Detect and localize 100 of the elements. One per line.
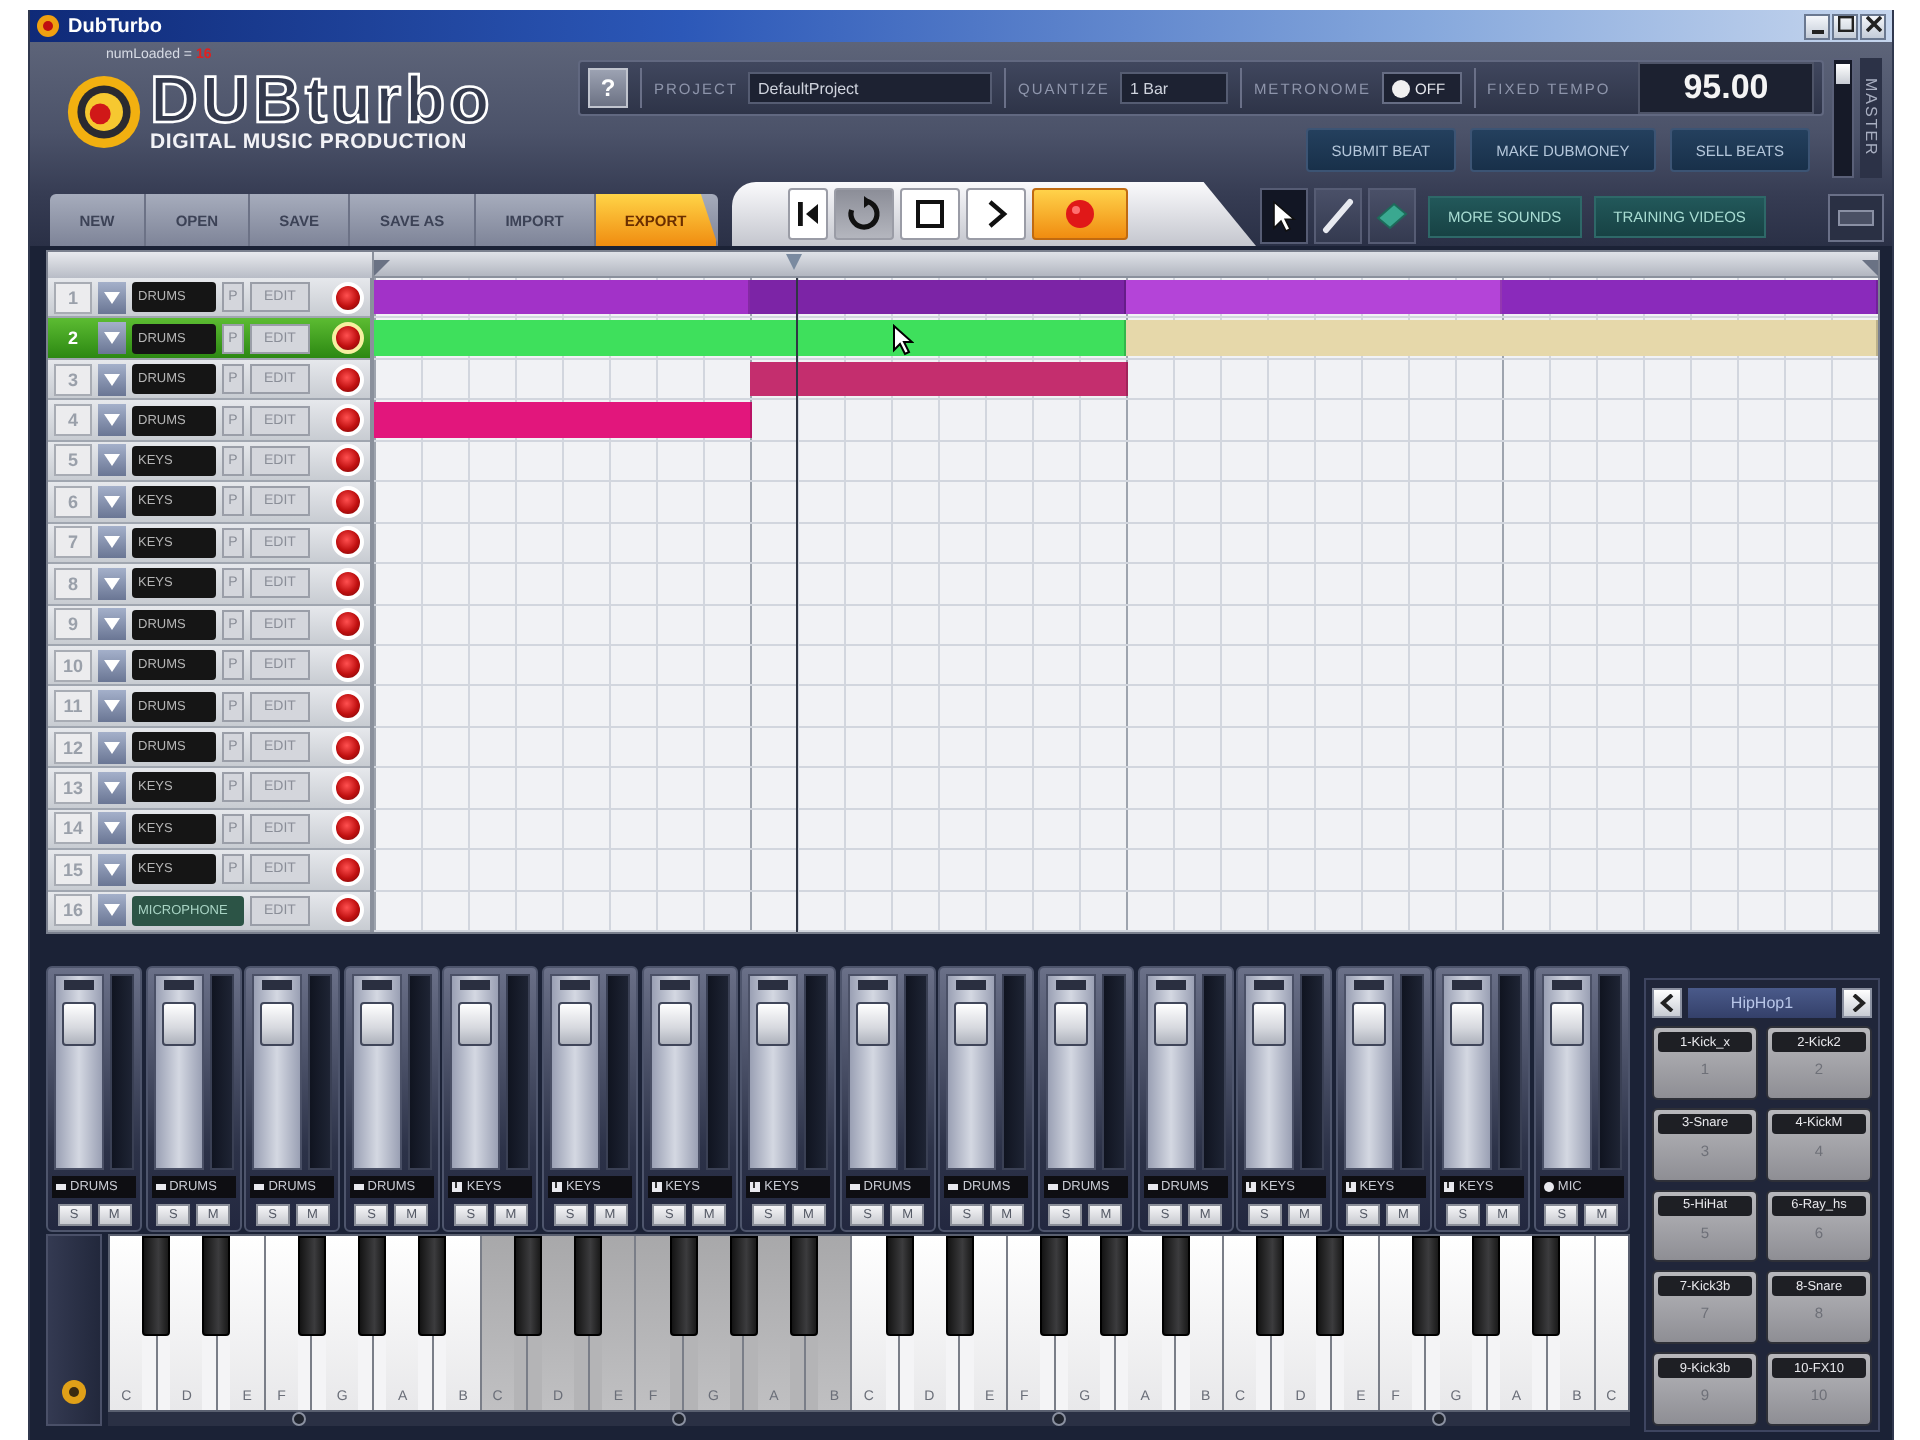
- volume-fader-track[interactable]: [748, 974, 799, 1170]
- volume-fader-track[interactable]: [1343, 974, 1394, 1170]
- play-button[interactable]: [966, 188, 1026, 240]
- track-number: 3: [54, 363, 92, 396]
- zoom-control[interactable]: [1828, 194, 1884, 242]
- volume-fader-track[interactable]: [946, 974, 997, 1170]
- sharp-key[interactable]: [1316, 1236, 1345, 1337]
- stop-button[interactable]: [900, 188, 960, 240]
- quantize-field[interactable]: 1 Bar: [1119, 72, 1228, 104]
- master-volume-track[interactable]: [1832, 58, 1854, 178]
- volume-fader-track[interactable]: [847, 974, 898, 1170]
- project-field[interactable]: DefaultProject: [748, 72, 993, 104]
- chevron-right-icon: [1849, 993, 1865, 1011]
- dropdown-button[interactable]: [98, 894, 126, 927]
- volume-fader-thumb[interactable]: [954, 1002, 989, 1046]
- eraser-tool-button[interactable]: [1368, 188, 1416, 244]
- dropdown-button[interactable]: [98, 853, 126, 886]
- volume-fader-track[interactable]: [351, 974, 402, 1170]
- volume-fader-thumb[interactable]: [1450, 1002, 1485, 1046]
- dropdown-button[interactable]: [98, 363, 126, 396]
- loop-button[interactable]: [834, 188, 894, 240]
- pencil-tool-button[interactable]: [1314, 188, 1362, 244]
- pattern-clip[interactable]: [374, 320, 1126, 356]
- sharp-key[interactable]: [1256, 1236, 1285, 1337]
- sharp-key[interactable]: [574, 1236, 603, 1337]
- sharp-key[interactable]: [729, 1236, 758, 1337]
- dropdown-button[interactable]: [98, 444, 126, 477]
- volume-fader-thumb[interactable]: [1053, 1002, 1089, 1046]
- volume-fader-thumb[interactable]: [458, 1002, 493, 1046]
- help-button[interactable]: ?: [588, 68, 628, 108]
- dropdown-button[interactable]: [98, 485, 126, 518]
- volume-fader-track[interactable]: [1442, 974, 1493, 1170]
- volume-fader-track[interactable]: [1145, 974, 1196, 1170]
- dropdown-button[interactable]: [98, 322, 126, 355]
- sharp-key[interactable]: [202, 1236, 231, 1337]
- volume-fader-track[interactable]: [450, 974, 501, 1170]
- pattern-clip[interactable]: [1126, 280, 1502, 315]
- pattern-clip[interactable]: [374, 280, 750, 315]
- sharp-key[interactable]: [669, 1236, 698, 1337]
- sharp-key[interactable]: [885, 1236, 914, 1337]
- pattern-clip[interactable]: [374, 402, 752, 438]
- sharp-key[interactable]: [297, 1236, 326, 1337]
- sharp-key[interactable]: [1040, 1236, 1069, 1337]
- sharp-key[interactable]: [358, 1236, 387, 1337]
- sharp-key[interactable]: [1472, 1236, 1501, 1337]
- record-arm-button[interactable]: [332, 322, 364, 355]
- minimize-button[interactable]: [1804, 13, 1830, 39]
- sharp-key[interactable]: [1100, 1236, 1129, 1337]
- dropdown-button[interactable]: [98, 649, 126, 682]
- volume-fader-thumb[interactable]: [1351, 1002, 1386, 1046]
- sharp-key[interactable]: [418, 1236, 447, 1337]
- volume-fader-track[interactable]: [54, 974, 105, 1170]
- master-volume-thumb[interactable]: [1836, 63, 1850, 84]
- sharp-key[interactable]: [142, 1236, 171, 1337]
- sharp-key[interactable]: [1532, 1236, 1561, 1337]
- volume-fader-thumb[interactable]: [855, 1002, 890, 1046]
- volume-fader-thumb[interactable]: [260, 1002, 295, 1046]
- caret-down-icon: [104, 495, 120, 508]
- sharp-key[interactable]: [945, 1236, 974, 1337]
- pattern-clip[interactable]: [749, 361, 1127, 397]
- volume-fader-thumb[interactable]: [1252, 1002, 1287, 1046]
- sharp-key[interactable]: [790, 1236, 819, 1337]
- rewind-button[interactable]: [788, 188, 828, 240]
- maximize-button[interactable]: [1832, 13, 1858, 39]
- dropdown-button[interactable]: [98, 526, 126, 559]
- dropdown-button[interactable]: [98, 731, 126, 764]
- volume-fader-thumb[interactable]: [1549, 1002, 1584, 1046]
- volume-fader-thumb[interactable]: [62, 1002, 97, 1046]
- volume-fader-track[interactable]: [1244, 974, 1295, 1170]
- pattern-clip[interactable]: [1502, 280, 1878, 315]
- volume-fader-track[interactable]: [649, 974, 700, 1170]
- sharp-key[interactable]: [513, 1236, 542, 1337]
- dropdown-button[interactable]: [98, 404, 126, 437]
- volume-fader-thumb[interactable]: [1153, 1002, 1188, 1046]
- dropdown-button[interactable]: [98, 771, 126, 804]
- next-button[interactable]: [1842, 987, 1872, 1017]
- volume-fader-track[interactable]: [153, 974, 204, 1170]
- volume-fader-thumb[interactable]: [359, 1002, 394, 1046]
- pointer-tool-button[interactable]: [1260, 188, 1308, 244]
- volume-fader-thumb[interactable]: [756, 1002, 791, 1046]
- pattern-clip[interactable]: [1126, 320, 1878, 356]
- volume-fader-track[interactable]: [1045, 974, 1097, 1170]
- dropdown-button[interactable]: [98, 567, 126, 600]
- sharp-key[interactable]: [1161, 1236, 1190, 1337]
- dropdown-button[interactable]: [98, 690, 126, 723]
- pattern-clip[interactable]: [750, 280, 1126, 315]
- volume-fader-thumb[interactable]: [657, 1002, 692, 1046]
- volume-fader-track[interactable]: [549, 974, 601, 1170]
- tempo-display: 95.00: [1638, 62, 1814, 114]
- volume-fader-thumb[interactable]: [557, 1002, 593, 1046]
- previous-button[interactable]: [1652, 987, 1682, 1017]
- stop-icon: [914, 198, 946, 230]
- volume-fader-track[interactable]: [1541, 974, 1592, 1170]
- dropdown-button[interactable]: [98, 812, 126, 845]
- dropdown-button[interactable]: [98, 281, 126, 314]
- dropdown-button[interactable]: [98, 608, 126, 641]
- sharp-key[interactable]: [1411, 1236, 1440, 1337]
- volume-fader-track[interactable]: [252, 974, 303, 1170]
- close-button[interactable]: [1860, 13, 1886, 39]
- volume-fader-thumb[interactable]: [161, 1002, 196, 1046]
